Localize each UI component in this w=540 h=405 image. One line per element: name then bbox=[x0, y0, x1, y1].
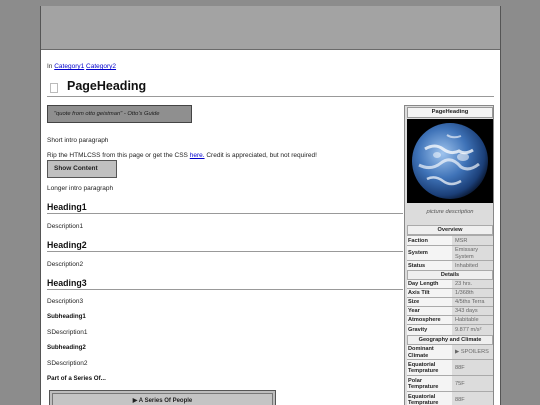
category-link-1[interactable]: Category1 bbox=[54, 63, 84, 70]
infobox-row-value: 88F bbox=[455, 364, 465, 371]
series-label: Part of a Series Of... bbox=[47, 375, 106, 382]
infobox-row: Polar Temprature 75F bbox=[407, 375, 493, 392]
description-1: Description1 bbox=[47, 223, 84, 230]
spoilers-toggle[interactable]: ▶ SPOILERS bbox=[455, 345, 493, 360]
subdescription-1: SDescription1 bbox=[47, 329, 88, 336]
page-frame: In Category1 Category2 PageHeading "quot… bbox=[40, 6, 501, 405]
category-link-2[interactable]: Category2 bbox=[86, 63, 116, 70]
infobox-caption: picture description bbox=[426, 209, 474, 215]
rip-text-after: Credit is appreciated, but not required! bbox=[206, 152, 317, 159]
category-breadcrumb: In Category1 Category2 bbox=[47, 63, 116, 70]
heading-2: Heading2 bbox=[47, 240, 403, 252]
subheading-2: Subheading2 bbox=[47, 344, 86, 351]
description-2: Description2 bbox=[47, 261, 84, 268]
infobox-row-key: System bbox=[407, 246, 452, 261]
category-prefix: In bbox=[47, 63, 53, 70]
infobox-row: System Emissary System bbox=[407, 245, 493, 261]
infobox-row-value: 75F bbox=[455, 380, 465, 387]
css-link[interactable]: here. bbox=[190, 152, 205, 159]
rip-paragraph: Rip the HTMLCSS from this page or get th… bbox=[47, 152, 317, 159]
subdescription-2: SDescription2 bbox=[47, 360, 88, 367]
infobox-row-key: Equatorial Temprature bbox=[407, 392, 452, 405]
top-banner bbox=[41, 6, 500, 50]
infobox: PageHeading picture description Overview… bbox=[404, 105, 494, 405]
rip-text-before: Rip the HTMLCSS from this page or get th… bbox=[47, 152, 188, 159]
infobox-row: Equatorial Temprature 88F bbox=[407, 391, 493, 405]
page-heading-bar: PageHeading bbox=[47, 79, 494, 97]
heading-3: Heading3 bbox=[47, 278, 403, 290]
infobox-section-overview: Overview bbox=[407, 225, 493, 235]
planet-illustration bbox=[407, 119, 493, 203]
short-intro: Short intro paragraph bbox=[47, 137, 109, 144]
infobox-title: PageHeading bbox=[407, 107, 493, 118]
infobox-row-value: 88F bbox=[455, 396, 465, 403]
subheading-1: Subheading1 bbox=[47, 313, 86, 320]
infobox-row-value: Emissary System bbox=[455, 247, 478, 260]
series-toggle-button[interactable]: ▶ A Series Of People bbox=[52, 393, 273, 405]
infobox-row: Dominant Climate ▶ SPOILERS bbox=[407, 344, 493, 360]
description-3: Description3 bbox=[47, 298, 84, 305]
infobox-row: Gravity 9.877 m/s² bbox=[407, 324, 493, 335]
planet-image bbox=[407, 119, 493, 203]
show-content-button[interactable]: Show Content bbox=[47, 160, 117, 178]
infobox-row-value: 9.877 m/s² bbox=[455, 326, 482, 333]
longer-intro: Longer intro paragraph bbox=[47, 185, 114, 192]
infobox-row-key: Equatorial Temprature bbox=[407, 360, 452, 376]
series-navbox: ▶ A Series Of People bbox=[49, 390, 276, 405]
infobox-row-key: Dominant Climate bbox=[407, 345, 452, 360]
heading-1: Heading1 bbox=[47, 202, 403, 214]
infobox-row-key: Polar Temprature bbox=[407, 376, 452, 392]
quote-box: "quote from otto geistman" - Otto's Guid… bbox=[47, 105, 192, 123]
page-icon bbox=[50, 83, 58, 93]
infobox-row-key: Gravity bbox=[407, 325, 452, 335]
page-title: PageHeading bbox=[67, 79, 147, 93]
infobox-row: Equatorial Temprature 88F bbox=[407, 359, 493, 376]
